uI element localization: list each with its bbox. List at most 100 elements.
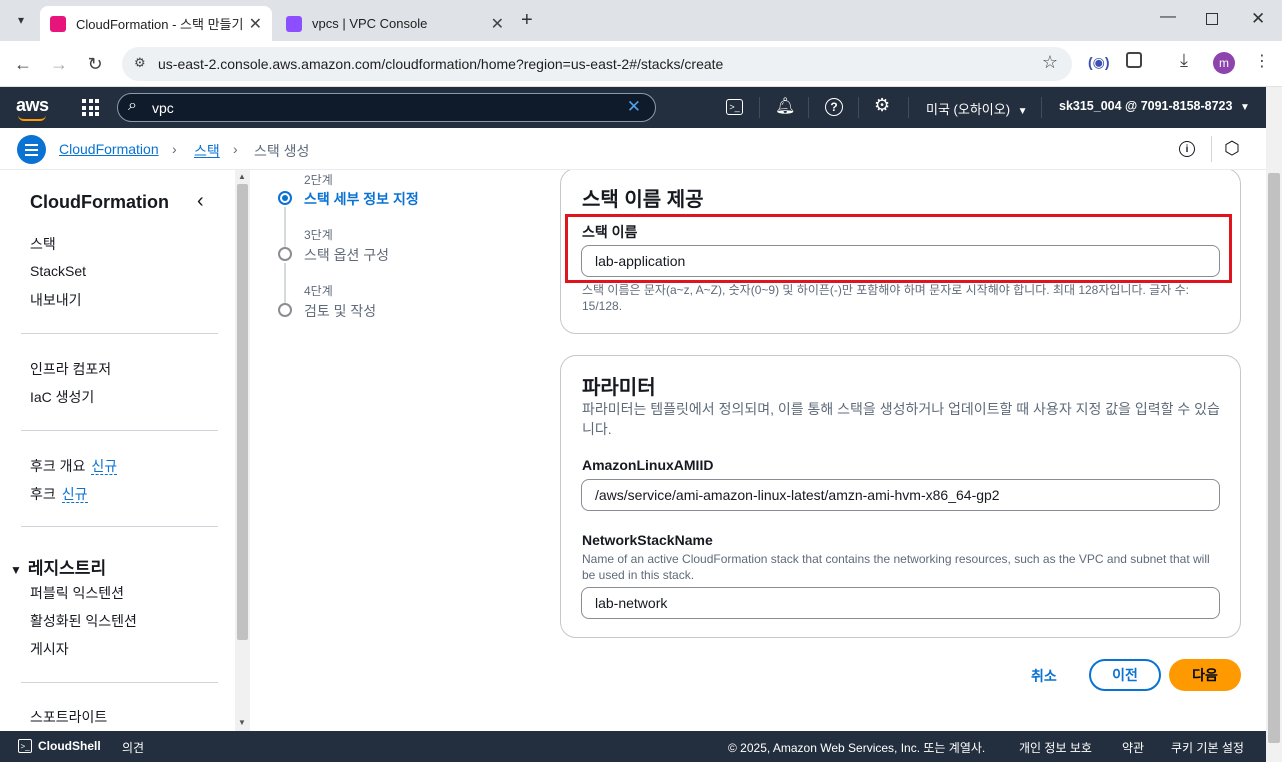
sidebar-item-public-extensions[interactable]: 퍼블릭 익스텐션 [30,583,124,603]
cloudshell-icon[interactable]: >_ [726,99,743,115]
step-review-and-create[interactable]: 검토 및 작성 [304,301,376,321]
sidebar-title[interactable]: CloudFormation [30,192,169,213]
browser-menu-icon[interactable]: ⋮ [1254,51,1270,71]
browser-tab-cloudformation[interactable]: CloudFormation - 스택 만들기 ✕ [40,6,272,41]
chevron-down-icon: ▼ [1017,106,1028,117]
url-text: us-east-2.console.aws.amazon.com/cloudfo… [158,56,724,72]
settings-gear-icon[interactable]: ⚙ [874,95,890,116]
registry-title: 레지스트리 [27,559,107,578]
tab-title: CloudFormation - 스택 만들기 [76,17,244,32]
extensions-puzzle-icon[interactable] [1126,52,1142,68]
parameters-panel: 파라미터 파라미터는 템플릿에서 정의되며, 이를 통해 스택을 생성하거나 업… [560,355,1241,638]
info-icon[interactable]: i [1179,141,1195,157]
tab-title: vpcs | VPC Console [312,16,428,31]
panel-title: 파라미터 [582,377,656,399]
nav-divider [1041,97,1042,118]
step-number: 2단계 [304,173,333,187]
profile-avatar[interactable]: m [1213,52,1235,74]
terms-link[interactable]: 약관 [1122,739,1144,756]
account-menu[interactable]: sk315_004 @ 7091-8158-8723 ▼ [1059,99,1250,113]
registry-section-toggle[interactable]: ▼ 레지스트리 [10,554,106,579]
url-input[interactable]: ⚙ us-east-2.console.aws.amazon.com/cloud… [122,47,1072,81]
close-tab-icon[interactable]: ✕ [491,14,504,34]
scroll-up-arrow-icon[interactable]: ▲ [238,172,246,181]
sidebar-item-hooks-overview[interactable]: 후크 개요 신규 [30,456,118,476]
cookie-preferences-link[interactable]: 쿠키 기본 설정 [1171,739,1244,756]
network-stack-name-input[interactable] [581,587,1220,619]
nav-divider [759,97,760,118]
sidebar-item-hooks[interactable]: 후크 신규 [30,484,88,504]
browser-tab-vpc[interactable]: vpcs | VPC Console ✕ [276,6,514,41]
step-connector [284,263,286,303]
sidebar-item-infrastructure-composer[interactable]: 인프라 컴포저 [30,359,111,379]
new-tab-icon[interactable]: + [521,9,533,32]
breadcrumb-cloudformation[interactable]: CloudFormation [59,141,159,157]
param-label: NetworkStackName [582,532,713,548]
services-grid-icon[interactable] [82,99,99,116]
close-sidebar-icon[interactable]: ‹ [197,190,204,213]
divider [1211,136,1212,162]
maximize-window-icon[interactable] [1206,13,1218,25]
copyright-text: © 2025, Amazon Web Services, Inc. 또는 계열사… [728,741,986,755]
extension-icon[interactable]: (◉) [1088,54,1110,71]
page-scrollbar-thumb[interactable] [1268,173,1280,743]
region-selector[interactable]: 미국 (오하이오) ▼ [926,99,1028,118]
chevron-right-icon: › [172,141,177,157]
aws-logo[interactable]: aws [16,95,49,116]
reload-icon[interactable]: ↻ [84,53,106,75]
step-active-dot [278,191,292,205]
next-button[interactable]: 다음 [1169,659,1241,691]
sidebar-scrollbar-thumb[interactable] [237,184,248,640]
site-info-icon[interactable]: ⚙ [134,55,146,71]
step-number: 4단계 [304,284,333,298]
close-window-icon[interactable]: ✕ [1251,9,1265,29]
notifications-bell-icon[interactable]: 🔔︎ [775,96,795,116]
amazon-linux-ami-id-input[interactable] [581,479,1220,511]
sidebar-divider [21,333,218,334]
step-configure-stack-options[interactable]: 스택 옵션 구성 [304,245,389,265]
cloudshell-footer-icon[interactable]: >_ [18,739,32,753]
sidebar-divider [21,430,218,431]
new-badge: 신규 [61,486,88,503]
cancel-button[interactable]: 취소 [1031,666,1057,686]
clear-search-icon[interactable]: ✕ [627,97,641,117]
breadcrumb-stacks[interactable]: 스택 [194,141,220,161]
sidebar-item-stacks[interactable]: 스택 [30,234,56,254]
cloudformation-favicon-icon [50,15,66,32]
previous-button[interactable]: 이전 [1089,659,1161,691]
minimize-window-icon[interactable]: — [1160,8,1176,26]
caret-down-icon: ▼ [10,563,22,577]
account-label: sk315_004 @ 7091-8158-8723 [1059,99,1233,113]
back-icon[interactable]: ← [12,53,34,75]
chevron-right-icon: › [233,141,238,157]
close-tab-icon[interactable]: ✕ [249,14,262,34]
cloudshell-link[interactable]: CloudShell [38,739,101,753]
help-icon[interactable]: ? [825,98,843,116]
side-navigation-toggle-button[interactable] [17,135,46,164]
sidebar-item-stacksets[interactable]: StackSet [30,263,86,279]
tab-list-dropdown-icon[interactable]: ▾ [10,9,32,31]
privacy-link[interactable]: 개인 정보 보호 [1019,739,1092,756]
console-footer: >_ CloudShell 의견 © 2025, Amazon Web Serv… [0,731,1266,762]
step-dot [278,247,292,261]
search-input[interactable]: ⌕ vpc ✕ [117,93,656,122]
download-icon[interactable]: ⤓ [1180,50,1188,71]
chevron-down-icon: ▼ [1239,102,1250,113]
param-description: Name of an active CloudFormation stack t… [582,552,1210,582]
new-badge: 신규 [91,458,118,475]
nav-divider [858,97,859,118]
forward-icon[interactable]: → [48,53,70,75]
region-label: 미국 (오하이오) [926,102,1011,117]
sidebar-item-spotlight[interactable]: 스포트라이트 [30,707,107,727]
hexagon-settings-icon[interactable]: ⬡ [1224,138,1240,159]
scroll-down-arrow-icon[interactable]: ▼ [238,718,246,727]
step-number: 3단계 [304,228,333,242]
sidebar-item-exports[interactable]: 내보내기 [30,290,82,310]
sidebar-item-iac-generator[interactable]: IaC 생성기 [30,387,94,407]
bookmark-star-icon[interactable]: ☆ [1042,52,1058,73]
sidebar-item-activated-extensions[interactable]: 활성화된 익스텐션 [30,611,137,631]
sidebar-divider [21,526,218,527]
sidebar-item-label: 후크 [30,486,56,502]
feedback-link[interactable]: 의견 [122,739,144,756]
sidebar-item-publishers[interactable]: 게시자 [30,639,69,659]
